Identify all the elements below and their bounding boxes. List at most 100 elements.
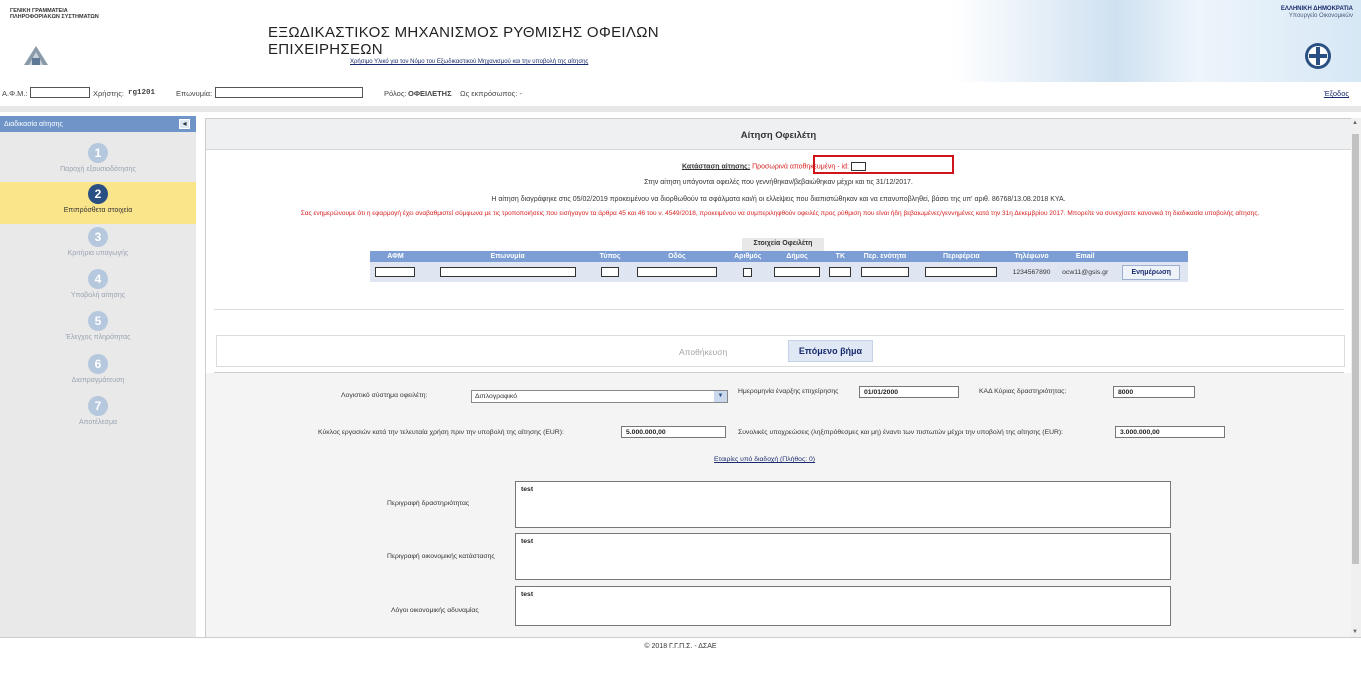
type-input[interactable]: [601, 267, 620, 277]
column-header: Οδός: [625, 251, 728, 262]
gsis-logo-icon: [24, 46, 48, 65]
logout-link[interactable]: Έξοδος: [1324, 89, 1349, 98]
table-header-row: ΑΦΜ Επωνυμία Τύπος Οδός Αριθμός Δήμος ΤΚ…: [370, 251, 1188, 262]
status-label: Κατάσταση αίτησης:: [682, 163, 751, 171]
partners-link[interactable]: Εταιρίες υπό διαδοχή (Πλήθος: 0): [714, 456, 815, 463]
activity-textarea[interactable]: test: [515, 481, 1171, 528]
step-number: 5: [88, 311, 108, 331]
sidebar-step-1[interactable]: 1 Παροχή εξουσιοδότησης: [0, 141, 196, 183]
collapse-sidebar-icon[interactable]: ◂: [179, 119, 190, 129]
scroll-down-icon[interactable]: ▼: [1352, 629, 1358, 635]
top-divider: [0, 106, 1361, 112]
user-label: Χρήστης:: [93, 89, 124, 98]
afm-input[interactable]: [375, 267, 416, 277]
update-button[interactable]: Ενημέρωση: [1122, 264, 1181, 280]
scrollbar-thumb[interactable]: [1352, 134, 1359, 564]
step-number: 7: [88, 396, 108, 416]
step-label: Επιπρόσθετα στοιχεία: [63, 207, 133, 214]
financial-textarea[interactable]: test: [515, 533, 1171, 580]
footer-divider: [0, 637, 1361, 638]
postal-code-cell: [826, 262, 855, 282]
column-header: Δήμος: [767, 251, 827, 262]
info-line-upgrade: Σας ενημερώνουμε ότι η εφαρμογή έχει ανα…: [300, 210, 1260, 217]
sidebar-header: Διαδικασία αίτησης ◂: [0, 116, 196, 132]
step-number: 6: [88, 354, 108, 374]
accounting-system-select[interactable]: Διπλογραφικό ▼: [471, 390, 728, 403]
financial-label: Περιγραφή οικονομικής κατάστασης: [387, 553, 495, 560]
user-value: rg1201: [128, 89, 156, 97]
step-number: 1: [88, 143, 108, 163]
sidebar-step-7[interactable]: 7 Αποτέλεσμα: [0, 394, 196, 436]
afm-label: Α.Φ.Μ.:: [2, 89, 28, 98]
column-header: Περ. ενότητα: [854, 251, 916, 262]
column-header: Τύπος: [594, 251, 626, 262]
region-input[interactable]: [925, 267, 998, 277]
column-header: [1114, 251, 1188, 262]
process-sidebar: Διαδικασία αίτησης ◂ 1 Παροχή εξουσιοδότ…: [0, 116, 196, 637]
column-header: Επωνυμία: [420, 251, 595, 262]
name-input[interactable]: [439, 267, 576, 277]
save-button[interactable]: Αποθήκευση: [679, 347, 727, 357]
info-line-debts: Στην αίτηση υπάγονται οφειλές που γεννήθ…: [644, 179, 913, 186]
info-line-deleted: Η αίτηση διαγράφηκε στις 05/02/2019 προκ…: [491, 196, 1066, 203]
section-divider: [214, 309, 1344, 310]
municipality-input[interactable]: [774, 267, 821, 277]
sidebar-title: Διαδικασία αίτησης: [4, 121, 63, 128]
useful-material-link[interactable]: Χρήσιμο Υλικό για τον Νόμο του Εξωδικαστ…: [350, 59, 588, 65]
step-label: Υποβολή αίτησης: [70, 292, 126, 299]
step-label: Αποτέλεσμα: [78, 419, 118, 426]
additional-info-form: Λογιστικό σύστημα οφειλέτη: Διπλογραφικό…: [206, 373, 1351, 637]
representative-text: Ως εκπρόσωπος: -: [460, 89, 522, 98]
next-step-button[interactable]: Επόμενο βήμα: [788, 340, 873, 362]
liabilities-label: Συνολικές υποχρεώσεις (ληξιπρόθεσμες και…: [738, 429, 1064, 436]
liabilities-field[interactable]: 3.000.000,00: [1115, 426, 1225, 438]
regional-unit-input[interactable]: [860, 267, 909, 277]
action-bar: Αποθήκευση Επόμενο βήμα: [216, 335, 1345, 367]
name-field: [215, 87, 363, 98]
kad-field[interactable]: 8000: [1113, 386, 1195, 398]
column-header: Τηλέφωνο: [1007, 251, 1056, 262]
street-cell: [625, 262, 728, 282]
gsis-title: ΓΕΝΙΚΗ ΓΡΑΜΜΑΤΕΙΑ ΠΛΗΡΟΦΟΡΙΑΚΩΝ ΣΥΣΤΗΜΑΤ…: [10, 8, 130, 20]
column-header: ΤΚ: [826, 251, 855, 262]
street-input[interactable]: [636, 267, 717, 277]
panel-title: Αίτηση Οφειλέτη: [206, 119, 1351, 150]
municipality-cell: [767, 262, 827, 282]
turnover-label: Κύκλος εργασιών κατά την τελευταία χρήση…: [318, 429, 564, 436]
afm-cell: [370, 262, 421, 282]
activity-label: Περιγραφή δραστηριότητας: [387, 500, 470, 507]
postal-code-input[interactable]: [829, 267, 852, 277]
page-header: ΓΕΝΙΚΗ ΓΡΑΜΜΑΤΕΙΑ ΠΛΗΡΟΦΟΡΙΑΚΩΝ ΣΥΣΤΗΜΑΤ…: [0, 0, 1361, 82]
page-footer: © 2018 Γ.Γ.Π.Σ. - ΔΣΑΕ: [644, 643, 717, 650]
column-header: Αριθμός: [727, 251, 768, 262]
sidebar-step-5[interactable]: 5 Έλεγχος πληρότητας: [0, 309, 196, 351]
number-cell: [727, 262, 768, 282]
start-date-label: Ημερομηνία έναρξης επιχείρησης: [738, 388, 839, 395]
accounting-system-label: Λογιστικό σύστημα οφειλέτη:: [341, 392, 428, 399]
status-highlight-box: [813, 155, 954, 174]
name-cell: [420, 262, 595, 282]
gov-title-line2: Υπουργείο Οικονομικών: [1288, 13, 1353, 19]
step-number: 4: [88, 269, 108, 289]
start-date-field[interactable]: 01/01/2000: [859, 386, 959, 398]
name-label: Επωνυμία:: [176, 89, 213, 98]
number-input[interactable]: [743, 267, 753, 277]
regional-unit-cell: [854, 262, 916, 282]
email-cell: ocw11@gsis.gr: [1055, 262, 1115, 282]
sidebar-step-6[interactable]: 6 Διαπραγμάτευση: [0, 352, 196, 394]
column-header: Email: [1055, 251, 1115, 262]
column-header: ΑΦΜ: [370, 251, 421, 262]
reasons-label: Λόγοι οικονομικής αδυναμίας: [391, 607, 479, 614]
page-main-title: ΕΞΩΔΙΚΑΣΤΙΚΟΣ ΜΗΧΑΝΙΣΜΟΣ ΡΥΘΜΙΣΗΣ ΟΦΕΙΛΩ…: [268, 24, 659, 58]
sidebar-step-4[interactable]: 4 Υποβολή αίτησης: [0, 267, 196, 309]
role-label: Ρόλος:: [384, 89, 407, 98]
kad-label: ΚΑΔ Κύριας δραστηριότητας:: [979, 388, 1067, 395]
phone-cell: 1234567890: [1007, 262, 1056, 282]
turnover-field[interactable]: 5.000.000,00: [621, 426, 726, 438]
sidebar-step-3[interactable]: 3 Κριτήρια υπαγωγής: [0, 225, 196, 267]
reasons-textarea[interactable]: test: [515, 586, 1171, 626]
region-cell: [915, 262, 1008, 282]
sidebar-step-2[interactable]: 2 Επιπρόσθετα στοιχεία: [0, 182, 196, 224]
scroll-up-icon[interactable]: ▲: [1352, 120, 1358, 126]
page-scrollbar[interactable]: ▲ ▼: [1351, 118, 1361, 637]
